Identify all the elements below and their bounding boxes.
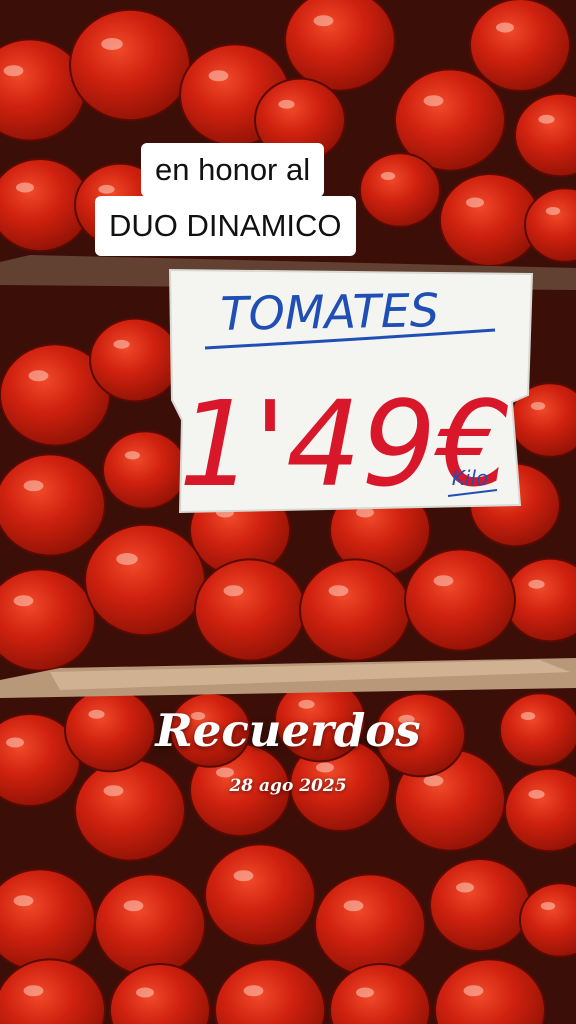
tomato-highlight	[456, 882, 474, 893]
tomato	[404, 548, 516, 652]
tomato-highlight	[463, 985, 484, 997]
tomato-highlight	[3, 65, 24, 77]
tomato	[74, 758, 186, 862]
tomato	[94, 873, 206, 977]
tomato-highlight	[545, 207, 561, 215]
memories-date: 28 ago 2025	[229, 776, 347, 796]
tomato	[204, 843, 316, 947]
tomato	[89, 317, 181, 403]
tomato-highlight	[356, 987, 374, 998]
tomato-highlight	[28, 370, 49, 382]
tomato-highlight	[23, 480, 44, 492]
tomato	[429, 858, 531, 952]
tomato-highlight	[136, 987, 154, 998]
tomato-highlight	[124, 451, 140, 460]
tomato-highlight	[233, 870, 254, 882]
tomato	[69, 8, 191, 122]
tomato-highlight	[528, 579, 545, 589]
tomato	[469, 0, 571, 92]
tomato	[102, 430, 188, 510]
tomato-highlight	[243, 985, 264, 997]
price-sign: TOMATES 1'49€ Kilo	[168, 268, 534, 514]
tomato	[0, 453, 106, 557]
tomato-highlight	[116, 553, 138, 565]
sign-price: 1'49€	[179, 375, 512, 513]
tomato-highlight	[278, 99, 295, 109]
caption-line-1: en honor al	[141, 143, 325, 197]
tomato	[84, 523, 206, 637]
tomato-highlight	[13, 895, 34, 907]
tomato-highlight	[343, 900, 364, 912]
tomato-highlight	[530, 402, 546, 410]
sign-unit: Kilo	[452, 466, 488, 490]
tomato-highlight	[13, 595, 34, 607]
tomato-highlight	[423, 95, 444, 107]
tomato-highlight	[538, 114, 555, 124]
tomato	[314, 873, 426, 977]
tomato-highlight	[98, 184, 115, 194]
tomato-highlight	[123, 900, 144, 912]
tomato-highlight	[316, 762, 334, 773]
tomato-highlight	[113, 339, 130, 349]
memories-title: Recuerdos	[155, 704, 421, 757]
tomato-highlight	[380, 172, 396, 180]
tomato	[359, 152, 441, 228]
tomato-highlight	[540, 902, 556, 910]
tomato-highlight	[208, 70, 229, 82]
tomato-highlight	[101, 38, 123, 50]
tomato-highlight	[16, 182, 34, 193]
tomato-highlight	[466, 197, 484, 208]
tomato-highlight	[433, 575, 454, 587]
tomato-highlight	[23, 985, 44, 997]
tomato	[194, 558, 306, 662]
tomato-highlight	[223, 585, 244, 597]
tomato	[284, 0, 396, 92]
tomato-highlight	[313, 15, 334, 27]
sign-product: TOMATES	[220, 283, 439, 341]
tomato-highlight	[328, 585, 349, 597]
tomato-highlight	[496, 22, 514, 33]
tomato	[299, 558, 411, 662]
caption-line-2: DUO DINAMICO	[95, 196, 356, 256]
